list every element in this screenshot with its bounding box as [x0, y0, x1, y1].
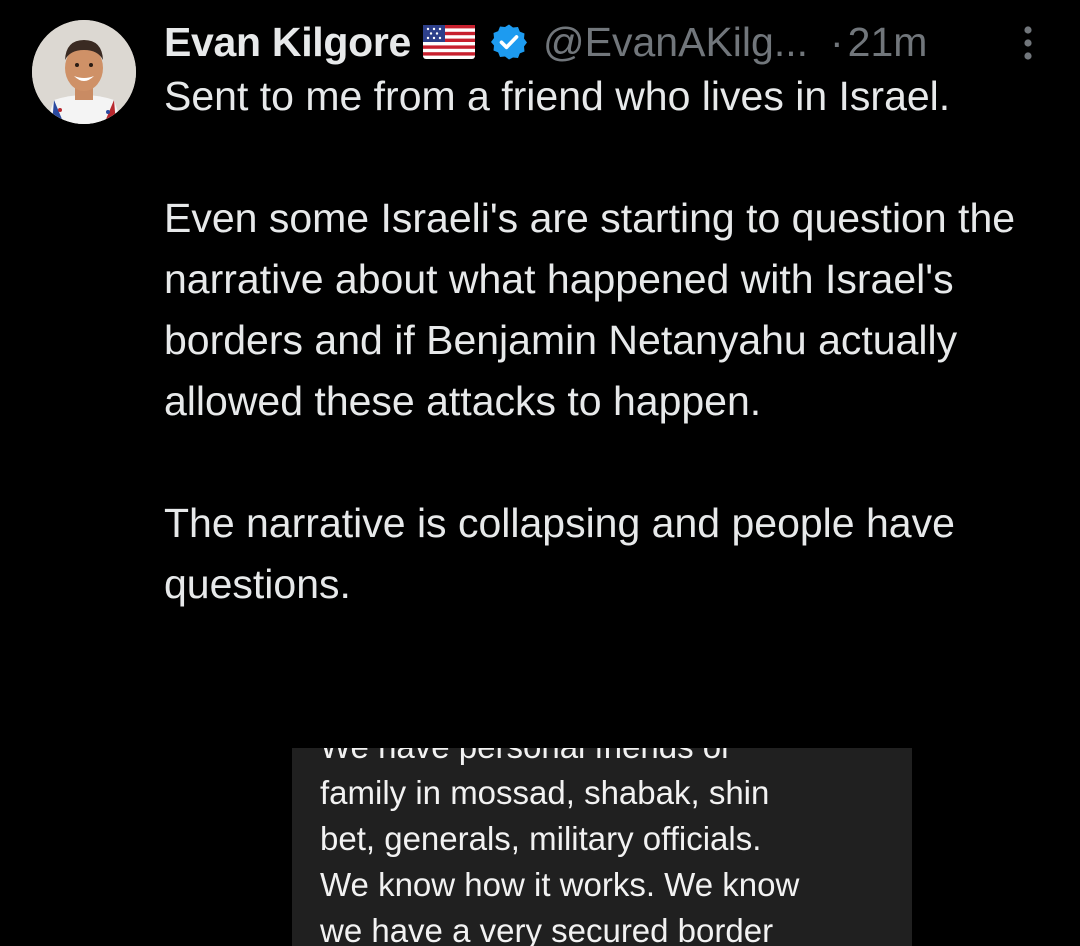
tweet-paragraph: The narrative is collapsing and people h… [164, 500, 955, 607]
tweet[interactable]: Evan Kilgore @EvanAKilg... · 21m Sent to… [0, 0, 1080, 946]
tweet-paragraph: Sent to me from a friend who lives in Is… [164, 73, 951, 119]
avatar-image [32, 20, 136, 124]
media-text-line: we have a very secured border [320, 912, 774, 946]
author-display-name[interactable]: Evan Kilgore [164, 19, 411, 66]
tweet-header: Evan Kilgore @EvanAKilg... · 21m [164, 14, 1044, 70]
author-handle[interactable]: @EvanAKilg... [543, 19, 808, 66]
media-text-line: family in mossad, shabak, shin [320, 774, 770, 811]
more-vertical-icon[interactable] [1010, 22, 1046, 64]
tweet-paragraph: Even some Israeli's are starting to ques… [164, 195, 1016, 424]
media-text-line: We know how it works. We know [320, 866, 800, 903]
verified-badge-icon[interactable] [489, 22, 529, 62]
us-flag-icon [423, 25, 476, 59]
media-text-block: We have personal friends or family in mo… [320, 748, 900, 946]
media-text-line: We have personal friends or [320, 748, 900, 770]
tweet-timestamp[interactable]: 21m [848, 19, 928, 66]
media-text-line: bet, generals, military officials. [320, 820, 762, 857]
tweet-media-screenshot[interactable]: We have personal friends or family in mo… [292, 748, 912, 946]
avatar[interactable] [32, 20, 136, 124]
separator-dot: · [830, 18, 844, 65]
tweet-body: Sent to me from a friend who lives in Is… [164, 66, 1044, 615]
